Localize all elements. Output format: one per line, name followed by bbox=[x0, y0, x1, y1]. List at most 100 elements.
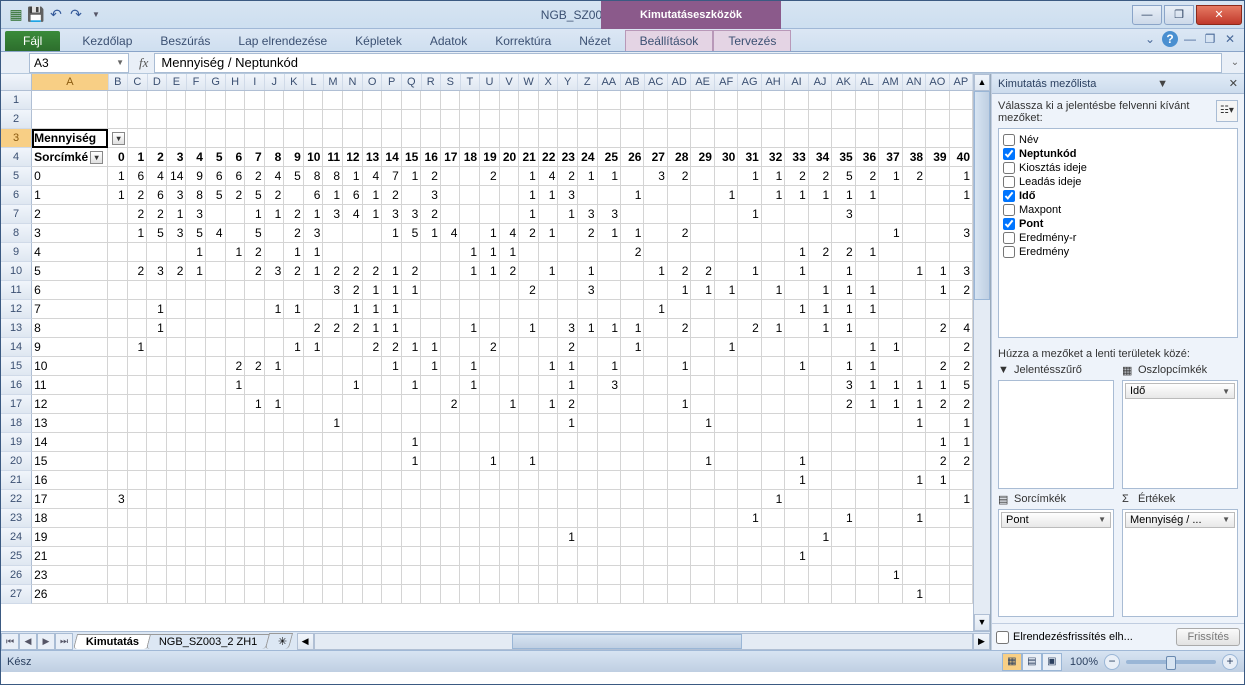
cell[interactable] bbox=[950, 243, 973, 262]
cell[interactable]: 8 bbox=[323, 167, 343, 186]
maximize-button[interactable]: ❐ bbox=[1164, 5, 1194, 25]
cell[interactable]: 13 bbox=[363, 148, 383, 167]
cell[interactable] bbox=[304, 414, 324, 433]
column-header[interactable]: N bbox=[343, 74, 363, 90]
cell[interactable] bbox=[598, 528, 621, 547]
cell[interactable] bbox=[186, 91, 206, 110]
cell[interactable] bbox=[785, 395, 808, 414]
cell[interactable] bbox=[519, 129, 539, 148]
cell[interactable] bbox=[644, 414, 667, 433]
cell[interactable]: 1 bbox=[903, 376, 926, 395]
cell[interactable]: 19 bbox=[480, 148, 500, 167]
field-checkbox[interactable] bbox=[1003, 246, 1015, 258]
cell[interactable] bbox=[715, 167, 738, 186]
cell[interactable]: 1 bbox=[950, 186, 973, 205]
cell[interactable] bbox=[668, 585, 691, 604]
column-header[interactable]: A bbox=[32, 74, 108, 90]
cell[interactable]: 1 bbox=[738, 509, 761, 528]
cell[interactable] bbox=[206, 509, 226, 528]
cell[interactable]: 1 bbox=[539, 186, 559, 205]
cell[interactable]: 28 bbox=[668, 148, 691, 167]
cell[interactable]: 1 bbox=[363, 186, 383, 205]
cell[interactable]: 16 bbox=[32, 471, 108, 490]
cell[interactable] bbox=[265, 490, 285, 509]
cell[interactable] bbox=[226, 585, 246, 604]
row-header[interactable]: 9 bbox=[1, 243, 32, 262]
cell[interactable] bbox=[108, 91, 128, 110]
cell[interactable] bbox=[621, 528, 644, 547]
cell[interactable] bbox=[879, 509, 902, 528]
cell[interactable] bbox=[519, 357, 539, 376]
cell[interactable] bbox=[304, 490, 324, 509]
cell[interactable] bbox=[578, 528, 598, 547]
cell[interactable]: 26 bbox=[621, 148, 644, 167]
cell[interactable] bbox=[382, 452, 402, 471]
cell[interactable] bbox=[598, 433, 621, 452]
qat-dropdown-icon[interactable]: ▼ bbox=[87, 6, 105, 24]
cell[interactable]: 4 bbox=[441, 224, 461, 243]
column-header[interactable]: AD bbox=[668, 74, 691, 90]
cell[interactable] bbox=[539, 414, 559, 433]
cell[interactable] bbox=[762, 262, 785, 281]
cell[interactable] bbox=[245, 414, 265, 433]
cell[interactable] bbox=[785, 585, 808, 604]
cell[interactable]: 3 bbox=[265, 262, 285, 281]
cell[interactable] bbox=[167, 509, 187, 528]
row-header[interactable]: 18 bbox=[1, 414, 32, 433]
cell[interactable] bbox=[668, 129, 691, 148]
cell[interactable]: 1 bbox=[738, 205, 761, 224]
cell[interactable]: 3 bbox=[644, 167, 667, 186]
cell[interactable] bbox=[500, 129, 520, 148]
cell[interactable]: 1 bbox=[539, 224, 559, 243]
cell[interactable] bbox=[245, 433, 265, 452]
cell[interactable]: 1 bbox=[785, 547, 808, 566]
cell[interactable] bbox=[879, 319, 902, 338]
cell[interactable] bbox=[186, 490, 206, 509]
cell[interactable] bbox=[460, 224, 480, 243]
cell[interactable]: 1 bbox=[128, 148, 148, 167]
dropdown-icon[interactable]: ▼ bbox=[1222, 515, 1230, 524]
cell[interactable]: ▾ bbox=[108, 129, 128, 148]
cell[interactable] bbox=[691, 110, 714, 129]
cell[interactable] bbox=[856, 414, 879, 433]
cell[interactable] bbox=[480, 110, 500, 129]
cell[interactable] bbox=[402, 509, 422, 528]
cell[interactable]: 1 bbox=[879, 566, 902, 585]
cell[interactable] bbox=[363, 376, 383, 395]
cell[interactable] bbox=[691, 129, 714, 148]
cell[interactable] bbox=[539, 528, 559, 547]
cell[interactable]: 2 bbox=[147, 148, 167, 167]
cell[interactable]: 1 bbox=[558, 357, 578, 376]
cell[interactable] bbox=[668, 243, 691, 262]
row-header[interactable]: 13 bbox=[1, 319, 32, 338]
cell[interactable] bbox=[856, 224, 879, 243]
sheet-prev-icon[interactable]: ◀ bbox=[19, 633, 37, 650]
cell[interactable] bbox=[460, 281, 480, 300]
cell[interactable] bbox=[598, 281, 621, 300]
cell[interactable] bbox=[558, 490, 578, 509]
cell[interactable]: 1 bbox=[421, 338, 441, 357]
cell[interactable] bbox=[363, 243, 383, 262]
column-header[interactable]: D bbox=[148, 74, 168, 90]
cell[interactable]: 18 bbox=[460, 148, 480, 167]
cell[interactable]: 2 bbox=[558, 167, 578, 186]
cell[interactable] bbox=[382, 566, 402, 585]
cell[interactable]: 2 bbox=[284, 205, 304, 224]
cell[interactable] bbox=[926, 566, 949, 585]
cell[interactable] bbox=[558, 110, 578, 129]
cell[interactable]: 3 bbox=[832, 205, 855, 224]
cell[interactable] bbox=[186, 566, 206, 585]
cell[interactable] bbox=[668, 414, 691, 433]
cell[interactable] bbox=[809, 585, 832, 604]
row-header[interactable]: 11 bbox=[1, 281, 32, 300]
cell[interactable]: 1 bbox=[715, 281, 738, 300]
cell[interactable] bbox=[421, 414, 441, 433]
cell[interactable] bbox=[108, 262, 128, 281]
cell[interactable]: 1 bbox=[856, 300, 879, 319]
cell[interactable]: 29 bbox=[691, 148, 714, 167]
cell[interactable] bbox=[578, 585, 598, 604]
file-tab[interactable]: Fájl bbox=[5, 31, 60, 51]
cell[interactable] bbox=[441, 300, 461, 319]
column-header[interactable]: AE bbox=[691, 74, 714, 90]
cell[interactable] bbox=[856, 547, 879, 566]
